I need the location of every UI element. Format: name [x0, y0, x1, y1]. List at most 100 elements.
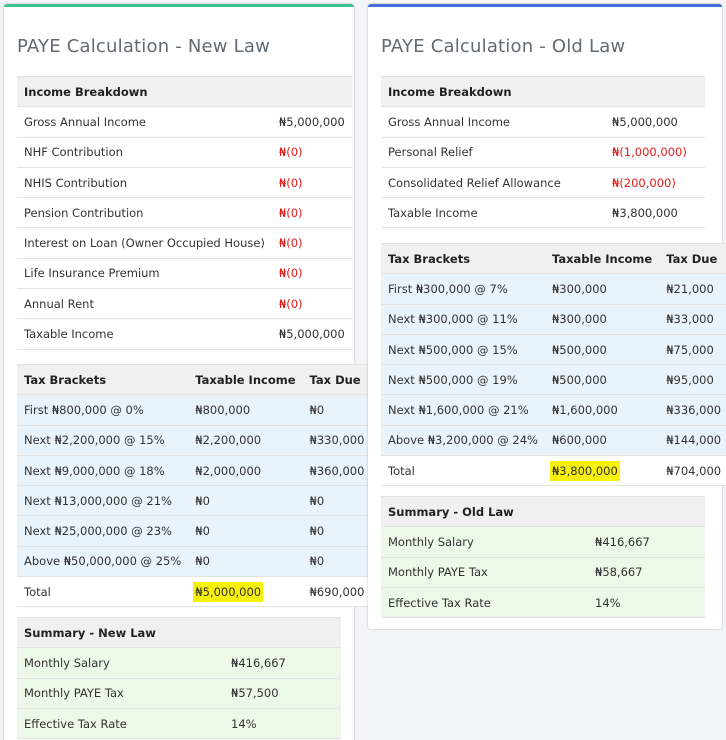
column-header: Tax Due: [302, 363, 372, 395]
table-row: Next ₦300,000 @ 11% ₦300,000 ₦33,000: [381, 303, 726, 335]
row-value: ₦(0): [271, 136, 352, 168]
bracket-cell: Above ₦3,200,000 @ 24%: [381, 424, 545, 456]
table-header: Summary - Old Law: [381, 495, 705, 527]
due-cell: ₦75,000: [659, 333, 726, 365]
new-brackets-table: Tax Brackets Taxable Income Tax Due Firs…: [17, 363, 372, 608]
new-law-title: PAYE Calculation - New Law: [17, 36, 271, 57]
row-value: ₦(0): [271, 257, 352, 289]
due-cell: ₦95,000: [659, 364, 726, 395]
old-law-card: PAYE Calculation - Old Law Income Breakd…: [368, 4, 726, 629]
taxable-cell: ₦2,000,000: [188, 454, 303, 486]
column-header: Taxable Income: [544, 242, 660, 274]
row-value: ₦58,667: [588, 556, 705, 588]
table-row: Interest on Loan (Owner Occupied House) …: [17, 227, 352, 259]
bracket-cell: Next ₦9,000,000 @ 18%: [17, 454, 189, 486]
row-label: Monthly PAYE Tax: [17, 677, 224, 709]
taxable-cell: ₦0: [188, 545, 303, 577]
row-value: ₦5,000,000: [605, 106, 705, 138]
column-header: Taxable Income: [188, 363, 303, 395]
bracket-cell: Next ₦500,000 @ 19%: [381, 364, 545, 395]
due-cell: ₦33,000: [659, 303, 726, 335]
old-summary-table: Summary - Old Law Monthly Salary ₦416,66…: [381, 495, 705, 619]
row-label: Taxable Income: [17, 318, 272, 350]
total-taxable-cell: ₦5,000,000: [188, 576, 303, 608]
table-row: NHIS Contribution ₦(0): [17, 166, 352, 198]
table-row: Monthly PAYE Tax ₦57,500: [17, 677, 341, 709]
table-row: Consolidated Relief Allowance ₦(200,000): [381, 166, 705, 198]
table-header: Summary - New Law: [17, 616, 341, 648]
table-row: Taxable Income ₦3,800,000: [381, 197, 705, 229]
taxable-cell: ₦600,000: [544, 424, 660, 456]
row-label: Consolidated Relief Allowance: [381, 166, 605, 198]
total-row: Total ₦3,800,000 ₦704,000: [381, 455, 726, 487]
new-law-card: PAYE Calculation - New Law Income Breakd…: [4, 4, 372, 740]
new-income-table: Income Breakdown Gross Annual Income ₦5,…: [17, 75, 352, 350]
row-value: ₦(0): [271, 288, 352, 319]
taxable-cell: ₦1,600,000: [544, 394, 660, 426]
table-row: Next ₦9,000,000 @ 18% ₦2,000,000 ₦360,00…: [17, 454, 372, 486]
taxable-cell: ₦300,000: [544, 273, 660, 305]
row-value: ₦(200,000): [605, 166, 705, 198]
table-header: Income Breakdown: [381, 75, 705, 107]
table-row: Next ₦2,200,000 @ 15% ₦2,200,000 ₦330,00…: [17, 424, 372, 456]
due-cell: ₦336,000: [659, 394, 726, 426]
table-row: First ₦300,000 @ 7% ₦300,000 ₦21,000: [381, 273, 726, 305]
due-cell: ₦0: [302, 545, 372, 577]
table-row: Effective Tax Rate 14%: [17, 707, 341, 740]
due-cell: ₦144,000: [659, 424, 726, 456]
row-value: ₦5,000,000: [271, 318, 352, 350]
table-row: Next ₦25,000,000 @ 23% ₦0 ₦0: [17, 515, 372, 547]
bracket-cell: Next ₦1,600,000 @ 21%: [381, 394, 545, 426]
table-row: Personal Relief ₦(1,000,000): [381, 136, 705, 168]
row-value: ₦(0): [271, 197, 352, 228]
due-cell: ₦0: [302, 394, 372, 426]
total-due: ₦704,000: [659, 455, 726, 487]
highlighted-total-taxable: ₦5,000,000: [193, 581, 264, 602]
row-value: ₦416,667: [588, 526, 705, 558]
table-row: Annual Rent ₦(0): [17, 288, 352, 319]
table-row: Next ₦500,000 @ 15% ₦500,000 ₦75,000: [381, 333, 726, 365]
total-label: Total: [381, 455, 545, 487]
row-value: ₦(0): [271, 227, 352, 259]
due-cell: ₦330,000: [302, 424, 372, 456]
due-cell: ₦0: [302, 485, 372, 516]
table-row: Monthly Salary ₦416,667: [381, 526, 705, 558]
due-cell: ₦21,000: [659, 273, 726, 305]
bracket-cell: Next ₦25,000,000 @ 23%: [17, 515, 189, 547]
column-header: Tax Due: [659, 242, 726, 274]
row-value: ₦5,000,000: [271, 106, 352, 138]
row-label: Gross Annual Income: [381, 106, 605, 138]
taxable-cell: ₦0: [188, 515, 303, 547]
table-row: Life Insurance Premium ₦(0): [17, 257, 352, 289]
row-value: 14%: [588, 586, 705, 619]
taxable-cell: ₦800,000: [188, 394, 303, 426]
table-row: Gross Annual Income ₦5,000,000: [17, 106, 352, 138]
due-cell: ₦0: [302, 515, 372, 547]
table-header: Income Breakdown: [17, 75, 352, 107]
table-row: Above ₦3,200,000 @ 24% ₦600,000 ₦144,000: [381, 424, 726, 456]
row-label: NHIS Contribution: [17, 166, 272, 198]
bracket-cell: Next ₦300,000 @ 11%: [381, 303, 545, 335]
taxable-cell: ₦500,000: [544, 333, 660, 365]
row-label: Annual Rent: [17, 288, 272, 319]
row-label: Life Insurance Premium: [17, 257, 272, 289]
taxable-cell: ₦0: [188, 485, 303, 516]
column-header: Tax Brackets: [381, 242, 545, 274]
taxable-cell: ₦2,200,000: [188, 424, 303, 456]
table-row: Monthly PAYE Tax ₦58,667: [381, 556, 705, 588]
row-label: Monthly Salary: [381, 526, 588, 558]
bracket-cell: First ₦300,000 @ 7%: [381, 273, 545, 305]
row-label: Effective Tax Rate: [17, 707, 224, 740]
row-label: Monthly Salary: [17, 647, 224, 679]
row-label: Effective Tax Rate: [381, 586, 588, 619]
row-value: 14%: [224, 707, 341, 740]
bracket-cell: Next ₦500,000 @ 15%: [381, 333, 545, 365]
new-summary-table: Summary - New Law Monthly Salary ₦416,66…: [17, 616, 341, 740]
old-law-title: PAYE Calculation - Old Law: [381, 36, 626, 57]
table-row: Pension Contribution ₦(0): [17, 197, 352, 228]
total-row: Total ₦5,000,000 ₦690,000: [17, 576, 372, 608]
row-label: Gross Annual Income: [17, 106, 272, 138]
total-due: ₦690,000: [302, 576, 372, 608]
table-row: First ₦800,000 @ 0% ₦800,000 ₦0: [17, 394, 372, 426]
taxable-cell: ₦500,000: [544, 364, 660, 395]
